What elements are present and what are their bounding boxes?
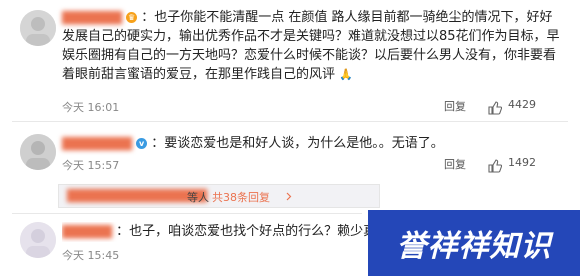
comment-1: ▇▇▇▇▇▇ ♛ ：也子你能不能清醒一点 在颜值 路人缘目前都一骑绝尘的情况下，… xyxy=(62,8,562,84)
username[interactable]: ▇▇▇▇▇▇▇ xyxy=(62,136,132,151)
divider xyxy=(12,121,568,122)
verified-badge-icon: v xyxy=(136,138,148,149)
reply-users[interactable]: ▇▇▇▇▇▇▇▇▇▇▇▇▇▇ xyxy=(67,188,207,203)
logo-text: 誉祥祥知识 xyxy=(396,229,552,264)
like-button[interactable]: 4429 xyxy=(488,97,536,116)
thumbs-up-icon xyxy=(488,158,502,173)
comment-text: ：也子，咱谈恋爱也找个好点的行么？赖少真的不可 xyxy=(116,224,402,239)
divider xyxy=(12,213,362,214)
username[interactable]: ▇▇▇▇▇▇ xyxy=(62,10,122,25)
chevron-right-icon xyxy=(286,192,292,201)
comment-2: ▇▇▇▇▇▇▇ v ：要谈恋爱也是和好人谈，为什么是他。。无语了。 xyxy=(62,134,562,153)
thumbs-up-icon xyxy=(488,100,502,115)
username[interactable]: ▇▇▇▇▇ xyxy=(62,224,112,239)
like-count: 4429 xyxy=(508,98,536,111)
comment-time: 今天 15:45 xyxy=(62,249,120,262)
comment-3: ▇▇▇▇▇ ：也子，咱谈恋爱也找个好点的行么？赖少真的不可 xyxy=(62,222,402,242)
reply-summary-deng: 等人 xyxy=(187,191,209,204)
watermark-logo: 誉祥祥知识 xyxy=(368,210,580,276)
reply-summary-total[interactable]: 共38条回复 xyxy=(212,189,270,205)
comment-time: 今天 15:57 xyxy=(62,159,120,172)
reply-button[interactable]: 回复 xyxy=(444,98,466,114)
comment-text: ：也子你能不能清醒一点 在颜值 路人缘目前都一骑绝尘的情况下，好好发展自己的硬实… xyxy=(62,10,560,82)
comment-text: ：要谈恋爱也是和好人谈，为什么是他。。无语了。 xyxy=(151,136,444,151)
pray-emoji-icon: 🙏 xyxy=(339,68,353,81)
avatar[interactable] xyxy=(20,134,56,170)
like-button[interactable]: 1492 xyxy=(488,155,536,174)
reply-button[interactable]: 回复 xyxy=(444,156,466,172)
reply-summary-panel[interactable]: ▇▇▇▇▇▇▇▇▇▇▇▇▇▇ 等人 共38条回复 xyxy=(58,184,380,208)
like-count: 1492 xyxy=(508,156,536,169)
avatar[interactable] xyxy=(20,10,56,46)
vip-badge-icon: ♛ xyxy=(126,12,138,23)
avatar[interactable] xyxy=(20,222,56,258)
comment-time: 今天 16:01 xyxy=(62,101,120,114)
comment-actions: 回复 4429 xyxy=(444,97,564,116)
comment-actions: 回复 1492 xyxy=(444,155,564,174)
